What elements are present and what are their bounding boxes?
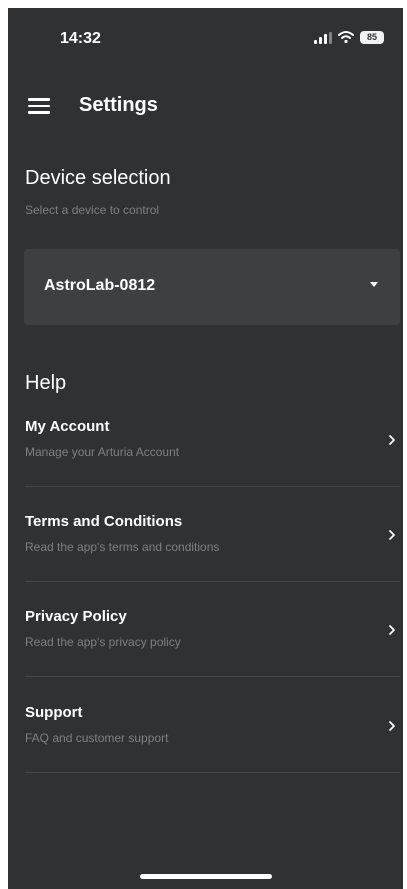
chevron-right-icon xyxy=(388,433,396,445)
help-item-subtitle: Read the app's privacy policy xyxy=(25,635,181,649)
chevron-right-icon xyxy=(388,719,396,731)
help-item-subtitle: FAQ and customer support xyxy=(25,731,169,745)
divider xyxy=(25,486,400,487)
status-time: 14:32 xyxy=(60,30,101,47)
menu-icon[interactable] xyxy=(28,97,50,115)
battery-icon: 85 xyxy=(360,31,384,44)
device-select-dropdown[interactable]: AstroLab-0812 xyxy=(24,249,400,325)
help-item-support[interactable]: Support FAQ and customer support xyxy=(25,704,400,792)
cellular-signal-icon xyxy=(314,32,332,44)
status-bar: 14:32 85 xyxy=(8,8,403,64)
help-item-my-account[interactable]: My Account Manage your Arturia Account xyxy=(25,418,400,506)
home-indicator[interactable] xyxy=(140,874,272,879)
divider xyxy=(25,581,400,582)
help-item-terms-and-conditions[interactable]: Terms and Conditions Read the app's term… xyxy=(25,513,400,601)
help-item-title: Terms and Conditions xyxy=(25,513,183,530)
help-item-subtitle: Manage your Arturia Account xyxy=(25,445,180,459)
app-header: Settings xyxy=(8,88,403,128)
help-item-title: My Account xyxy=(25,418,110,435)
wifi-icon xyxy=(338,30,354,44)
chevron-right-icon xyxy=(388,528,396,540)
help-item-title: Support xyxy=(25,704,83,721)
selected-device-value: AstroLab-0812 xyxy=(44,277,156,294)
device-selection-heading: Device selection xyxy=(25,167,171,189)
help-item-subtitle: Read the app's terms and conditions xyxy=(25,540,220,554)
help-heading: Help xyxy=(25,372,67,394)
divider xyxy=(25,676,400,677)
dropdown-arrow-icon xyxy=(370,282,378,287)
chevron-right-icon xyxy=(388,623,396,635)
device-selection-subtitle: Select a device to control xyxy=(25,203,160,217)
page-title: Settings xyxy=(79,94,158,116)
app-screen: 14:32 85 Settings Device selection Selec… xyxy=(8,8,403,889)
divider xyxy=(25,772,400,773)
help-item-title: Privacy Policy xyxy=(25,608,127,625)
help-item-privacy-policy[interactable]: Privacy Policy Read the app's privacy po… xyxy=(25,608,400,696)
